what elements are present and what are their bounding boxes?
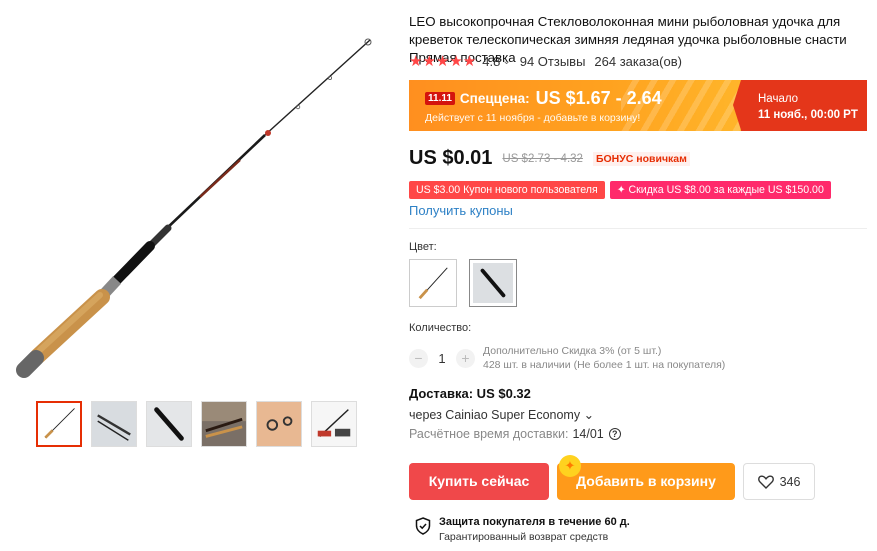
quantity-stepper: − 1 + Дополнительно Скидка 3% (от 5 шт.)… [409,344,725,372]
color-label: Цвет: [409,241,437,253]
shipping-method-selector[interactable]: через Cainiao Super Economy ⌄ [409,407,594,422]
stock-info: 428 шт. в наличии (Не более 1 шт. на пок… [483,359,726,371]
thumbnail-1[interactable] [36,401,82,447]
sparkle-icon: ✦ [559,455,581,477]
sale-subtitle: Действует с 11 ноября - добавьте в корзи… [425,112,641,124]
newcomer-bonus-badge: БОНУС новичкам [592,151,690,166]
sale-banner: 11.11 Спеццена: US $1.67 - 2.64 Действуе… [409,80,867,131]
thumbnail-4[interactable] [201,401,247,447]
sale-start-block: Начало 11 нояб., 00:00 PT [733,80,867,131]
divider [409,228,867,229]
sale-price-block: 11.11 Спеццена: US $1.67 - 2.64 Действуе… [409,80,741,131]
protection-subtitle: Гарантированный возврат средств [439,531,609,543]
new-user-coupon[interactable]: US $3.00 Купон нового пользователя [409,181,605,199]
thumbnail-strip [36,401,357,447]
add-to-cart-button[interactable]: ✦ Добавить в корзину [557,455,735,500]
quantity-minus-button[interactable]: − [409,348,428,368]
orders-count: 264 заказа(ов) [594,53,682,69]
quantity-label: Количество: [409,322,472,334]
shipping-title: Доставка: US $0.32 [409,386,531,401]
thumbnail-6[interactable] [311,401,357,447]
price-row: US $0.01 US $2.73 - 4.32 БОНУС новичкам [409,147,690,170]
color-swatches [409,259,517,307]
get-coupons-link[interactable]: Получить купоны [409,203,513,218]
color-option-1[interactable] [409,259,457,307]
rating-stars-icon: ★★★★★ [409,53,477,70]
rating-value[interactable]: 4.8 [482,54,500,69]
quantity-plus-button[interactable]: + [456,348,475,368]
sale-start-label: Начало [758,93,799,105]
main-product-image[interactable] [0,0,395,395]
shield-check-icon [415,517,431,535]
reviews-link[interactable]: 94 Отзывы [520,54,586,69]
thumbnail-5[interactable] [256,401,302,447]
sale-label: Спеццена: [459,91,530,106]
action-buttons: Купить сейчас ✦ Добавить в корзину 346 [409,455,815,500]
original-price: US $2.73 - 4.32 [502,152,583,165]
quantity-discount: Дополнительно Скидка 3% (от 5 шт.) [483,345,662,357]
thumbnail-2[interactable] [91,401,137,447]
thumbnail-3[interactable] [146,401,192,447]
sale-price: US $1.67 - 2.64 [535,88,662,108]
heart-icon [757,474,774,489]
sale-badge: 11.11 [425,92,455,105]
buy-now-button[interactable]: Купить сейчас [409,463,549,500]
quantity-input[interactable]: 1 [428,351,456,366]
question-circle-icon[interactable]: ? [608,428,621,440]
wishlist-count: 346 [779,474,801,489]
delivery-estimate: Расчётное время доставки: 14/01 ? [409,427,621,441]
fishing-rod-image [0,0,395,395]
coupons-row: US $3.00 Купон нового пользователя ✦ Ски… [409,181,831,199]
wishlist-button[interactable]: 346 [743,463,815,500]
add-to-cart-label: Добавить в корзину [576,473,716,489]
protection-title: Защита покупателя в течение 60 д. [439,516,630,528]
sale-start-date: 11 нояб., 00:00 PT [758,109,858,121]
quantity-info: Дополнительно Скидка 3% (от 5 шт.) 428 ш… [483,344,725,372]
store-discount-coupon[interactable]: ✦ Скидка US $8.00 за каждые US $150.00 [609,181,831,199]
current-price: US $0.01 [409,147,493,169]
chevron-down-icon[interactable]: ⌄ [502,56,510,67]
eta-label: Расчётное время доставки: [409,427,569,441]
color-option-2[interactable] [469,259,517,307]
buyer-protection[interactable]: Защита покупателя в течение 60 д. Гарант… [415,515,630,545]
rating-row: ★★★★★ 4.8 ⌄ 94 Отзывы 264 заказа(ов) [409,52,682,70]
eta-value: 14/01 [572,427,604,441]
